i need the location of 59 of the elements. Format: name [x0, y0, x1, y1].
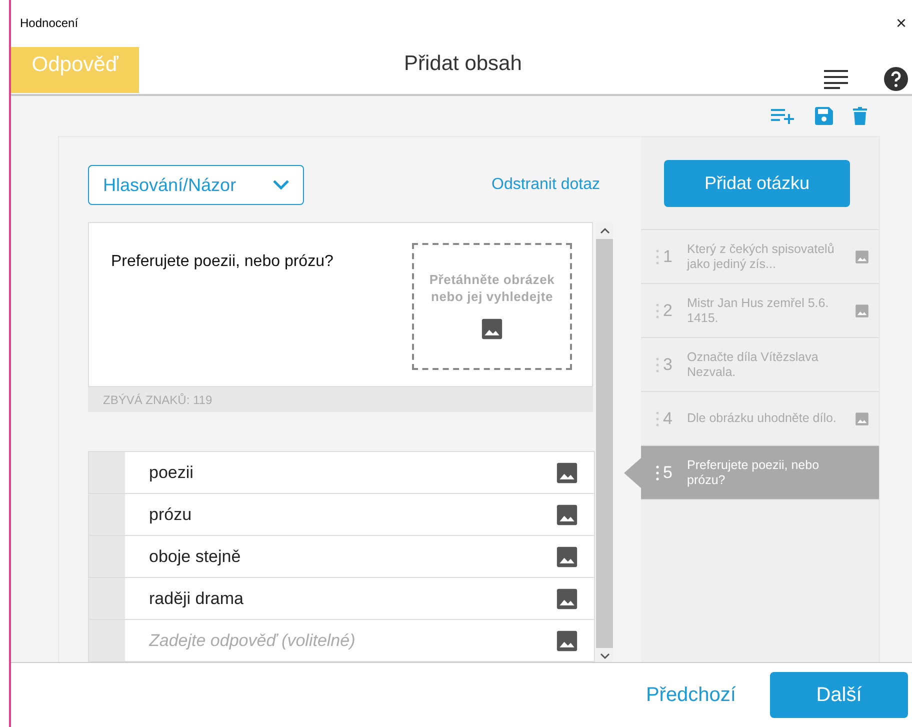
image-icon[interactable] — [481, 318, 503, 340]
image-icon[interactable] — [556, 504, 578, 526]
remove-question-link[interactable]: Odstranit dotaz — [492, 176, 600, 194]
question-number: 1 — [663, 246, 674, 266]
drag-handle[interactable] — [89, 536, 125, 577]
save-icon[interactable] — [815, 107, 833, 125]
question-title: Označte díla Vítězslava Nezvala. — [687, 350, 820, 379]
help-icon[interactable] — [884, 67, 908, 91]
answer-input[interactable]: Zadejte odpověď (volitelné) — [149, 630, 544, 650]
drag-handle-icon[interactable] — [656, 248, 659, 264]
answer-row[interactable]: oboje stejně — [89, 536, 594, 578]
question-title: Který z čekých spisovatelů jako jediný zís... — [687, 242, 836, 271]
menu-icon[interactable] — [824, 69, 848, 89]
image-icon[interactable] — [556, 588, 578, 610]
image-icon[interactable] — [556, 630, 578, 652]
drag-handle[interactable] — [89, 494, 125, 535]
question-number: 2 — [663, 300, 674, 320]
question-title: Dle obrázku uhodněte dílo. — [687, 411, 837, 426]
question-field[interactable]: Preferujete poezii, nebo prózu? Přetáhněte obrázek nebo jej vyhledejte — [88, 222, 593, 388]
question-title: Mistr Jan Hus zemřel 5.6. 1415. — [687, 296, 830, 325]
delete-icon[interactable] — [853, 107, 867, 125]
answer-row[interactable]: raději drama — [89, 578, 594, 620]
selection-pointer — [624, 458, 641, 488]
window-title: Hodnocení — [20, 16, 78, 30]
drop-hint: Přetáhněte obrázek nebo jej vyhledejte — [428, 272, 556, 306]
add-question-button[interactable]: Přidat otázku — [664, 160, 850, 207]
answer-row[interactable]: prózu — [89, 494, 594, 536]
drag-handle-icon[interactable] — [656, 410, 659, 426]
scrollbar[interactable] — [596, 223, 613, 662]
drag-handle[interactable] — [89, 578, 125, 619]
image-drop-area[interactable]: Přetáhněte obrázek nebo jej vyhledejte — [412, 243, 572, 370]
question-number: 5 — [663, 462, 674, 482]
add-list-icon[interactable] — [771, 108, 795, 124]
answer-row[interactable]: Zadejte odpověď (volitelné) — [89, 620, 594, 662]
question-text: Preferujete poezii, nebo prózu? — [111, 253, 334, 272]
drag-handle-icon[interactable] — [656, 356, 659, 372]
drag-handle-icon[interactable] — [656, 464, 659, 480]
scroll-up-icon[interactable] — [600, 227, 610, 235]
question-title: Preferujete poezii, nebo prózu? — [687, 458, 820, 487]
answer-row[interactable]: poezii — [89, 452, 594, 494]
character-counter: ZBÝVÁ ZNAKŮ: 119 — [88, 387, 593, 412]
drag-handle[interactable] — [89, 452, 125, 493]
question-number: 4 — [663, 408, 674, 428]
drag-handle-icon[interactable] — [656, 302, 659, 318]
answer-text: oboje stejně — [148, 546, 242, 566]
answer-text: poezii — [148, 462, 194, 482]
image-icon[interactable] — [556, 546, 578, 568]
next-button[interactable]: Další — [770, 672, 908, 718]
scroll-down-icon[interactable] — [600, 652, 610, 660]
question-number: 3 — [663, 354, 674, 374]
chevron-down-icon — [273, 180, 289, 190]
answer-text: prózu — [148, 504, 193, 524]
answer-text: raději drama — [148, 588, 244, 608]
image-icon[interactable] — [556, 462, 578, 484]
previous-link[interactable]: Předchozí — [646, 684, 736, 706]
drag-handle[interactable] — [89, 620, 125, 661]
page-title: Přidat obsah — [404, 52, 522, 76]
type-dropdown[interactable]: Hlasování/Názor — [88, 165, 304, 205]
close-button[interactable]: × — [896, 12, 908, 34]
